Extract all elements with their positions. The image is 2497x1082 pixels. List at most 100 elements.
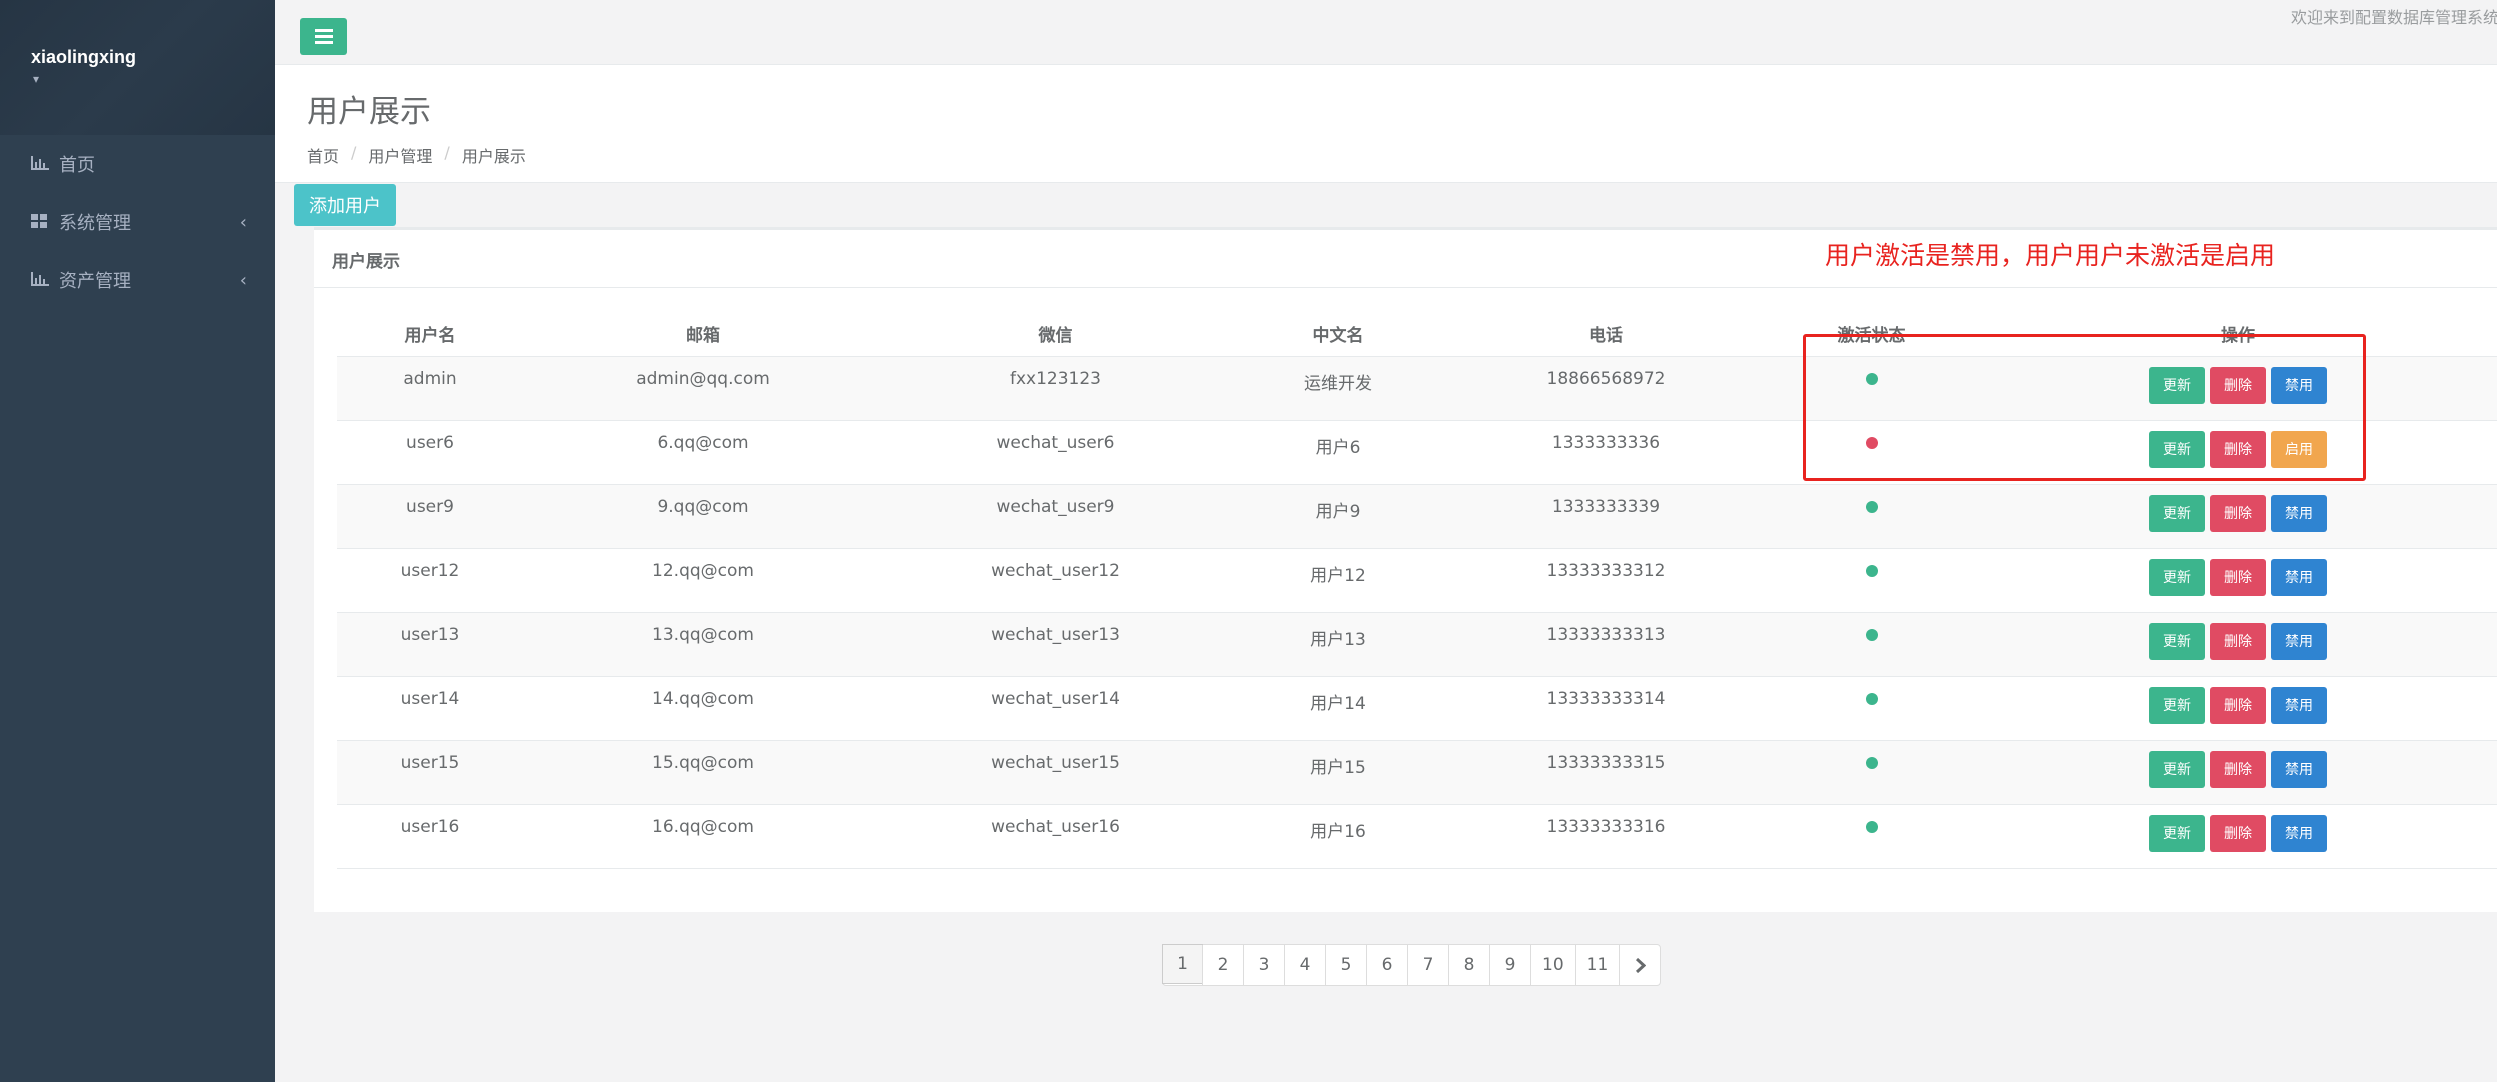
cell-wechat: wechat_user12: [883, 548, 1228, 613]
cell-cn-name: 用户6: [1228, 420, 1448, 485]
cell-active-status: [1764, 676, 1979, 741]
breadcrumb-home[interactable]: 首页: [307, 143, 339, 167]
sidebar-item-system-management[interactable]: 系统管理 ‹: [0, 193, 275, 251]
cell-phone: 13333333316: [1448, 804, 1764, 869]
user-panel: 用户展示 用户名 邮箱 微信 中文名 电话 激活状态 操作 admin admin@qq.co…: [314, 227, 2497, 912]
status-active-dot-icon: [1865, 628, 1878, 641]
row-actions: 更新 删除 禁用: [1979, 686, 2497, 724]
cell-cn-name: 用户9: [1228, 484, 1448, 549]
table-row: user14 14.qq@com wechat_user14 用户14 13333333…: [337, 676, 2497, 741]
chevron-right-icon: [1635, 957, 1646, 973]
column-header-phone: 电话: [1448, 310, 1764, 357]
cell-email: 6.qq@com: [523, 420, 883, 485]
page-6-button[interactable]: 6: [1366, 945, 1407, 985]
table-row: user15 15.qq@com wechat_user15 用户15 13333333…: [337, 740, 2497, 805]
update-button[interactable]: 更新: [2149, 494, 2205, 532]
cell-phone: 13333333313: [1448, 612, 1764, 677]
cell-wechat: wechat_user9: [883, 484, 1228, 549]
page-11-button[interactable]: 11: [1574, 945, 1620, 985]
cell-active-status: [1764, 612, 1979, 677]
column-header-email: 邮箱: [523, 310, 883, 357]
update-button[interactable]: 更新: [2149, 750, 2205, 788]
caret-down-icon[interactable]: ▾: [33, 72, 275, 86]
sidebar-item-home[interactable]: 首页: [0, 135, 275, 193]
cell-phone: 13333333312: [1448, 548, 1764, 613]
bar-chart-icon: [31, 156, 49, 172]
update-button[interactable]: 更新: [2149, 622, 2205, 660]
page-7-button[interactable]: 7: [1407, 945, 1448, 985]
annotation-note: 用户激活是禁用，用户用户未激活是启用: [1825, 241, 2276, 270]
sidebar-item-asset-management[interactable]: 资产管理 ‹: [0, 251, 275, 309]
disable-button[interactable]: 禁用: [2271, 494, 2327, 532]
cell-wechat: wechat_user6: [883, 420, 1228, 485]
cell-email: 14.qq@com: [523, 676, 883, 741]
column-header-chinese-name: 中文名: [1228, 310, 1448, 357]
cell-phone: 1333333339: [1448, 484, 1764, 549]
status-active-dot-icon: [1865, 692, 1878, 705]
cell-wechat: wechat_user16: [883, 804, 1228, 869]
cell-cn-name: 用户15: [1228, 740, 1448, 805]
cell-wechat: wechat_user13: [883, 612, 1228, 677]
delete-button[interactable]: 删除: [2210, 814, 2266, 852]
page-8-button[interactable]: 8: [1448, 945, 1489, 985]
page-5-button[interactable]: 5: [1325, 945, 1366, 985]
cell-email: 12.qq@com: [523, 548, 883, 613]
cell-username: user9: [337, 484, 523, 549]
cell-wechat: wechat_user14: [883, 676, 1228, 741]
cell-cn-name: 用户12: [1228, 548, 1448, 613]
cell-actions: 更新 删除 禁用: [1979, 676, 2497, 741]
disable-button[interactable]: 禁用: [2271, 814, 2327, 852]
cell-actions: 更新 删除 禁用: [1979, 612, 2497, 677]
next-page-button[interactable]: [1619, 945, 1660, 985]
profile-username[interactable]: xiaolingxing: [31, 47, 275, 68]
disable-button[interactable]: 禁用: [2271, 558, 2327, 596]
page-3-button[interactable]: 3: [1243, 945, 1284, 985]
cell-username: user15: [337, 740, 523, 805]
status-active-dot-icon: [1865, 820, 1878, 833]
delete-button[interactable]: 删除: [2210, 622, 2266, 660]
table-row: user13 13.qq@com wechat_user13 用户13 13333333…: [337, 612, 2497, 677]
sidebar: xiaolingxing ▾ 首页 系统管理 ‹ 资产管理 ‹: [0, 0, 275, 1082]
grid-icon: [31, 214, 49, 230]
page-10-button[interactable]: 10: [1530, 945, 1575, 985]
cell-email: 9.qq@com: [523, 484, 883, 549]
update-button[interactable]: 更新: [2149, 558, 2205, 596]
sidebar-item-label: 资产管理: [59, 271, 131, 292]
add-user-button[interactable]: 添加用户: [294, 184, 396, 226]
cell-email: admin@qq.com: [523, 356, 883, 421]
cell-active-status: [1764, 804, 1979, 869]
page-1-button[interactable]: 1: [1162, 944, 1203, 984]
delete-button[interactable]: 删除: [2210, 494, 2266, 532]
cell-username: user13: [337, 612, 523, 677]
cell-active-status: [1764, 484, 1979, 549]
update-button[interactable]: 更新: [2149, 686, 2205, 724]
page-4-button[interactable]: 4: [1284, 945, 1325, 985]
update-button[interactable]: 更新: [2149, 814, 2205, 852]
delete-button[interactable]: 删除: [2210, 750, 2266, 788]
row-actions: 更新 删除 禁用: [1979, 814, 2497, 852]
cell-actions: 更新 删除 禁用: [1979, 740, 2497, 805]
profile-block: xiaolingxing ▾: [0, 0, 275, 135]
disable-button[interactable]: 禁用: [2271, 750, 2327, 788]
cell-actions: 更新 删除 禁用: [1979, 548, 2497, 613]
cell-username: admin: [337, 356, 523, 421]
cell-username: user12: [337, 548, 523, 613]
disable-button[interactable]: 禁用: [2271, 686, 2327, 724]
page-9-button[interactable]: 9: [1489, 945, 1530, 985]
column-header-username: 用户名: [337, 310, 523, 357]
page-2-button[interactable]: 2: [1202, 945, 1243, 985]
menu-toggle-button[interactable]: [300, 18, 347, 55]
row-actions: 更新 删除 禁用: [1979, 622, 2497, 660]
annotation-box: [1803, 334, 2366, 481]
status-active-dot-icon: [1865, 564, 1878, 577]
disable-button[interactable]: 禁用: [2271, 622, 2327, 660]
table-row: user16 16.qq@com wechat_user16 用户16 13333333…: [337, 804, 2497, 869]
table-row: user12 12.qq@com wechat_user12 用户12 13333333…: [337, 548, 2497, 613]
delete-button[interactable]: 删除: [2210, 686, 2266, 724]
delete-button[interactable]: 删除: [2210, 558, 2266, 596]
cell-active-status: [1764, 740, 1979, 805]
cell-email: 16.qq@com: [523, 804, 883, 869]
breadcrumb-user-management[interactable]: 用户管理: [368, 143, 432, 167]
page-title: 用户展示: [307, 94, 431, 129]
cell-actions: 更新 删除 禁用: [1979, 484, 2497, 549]
